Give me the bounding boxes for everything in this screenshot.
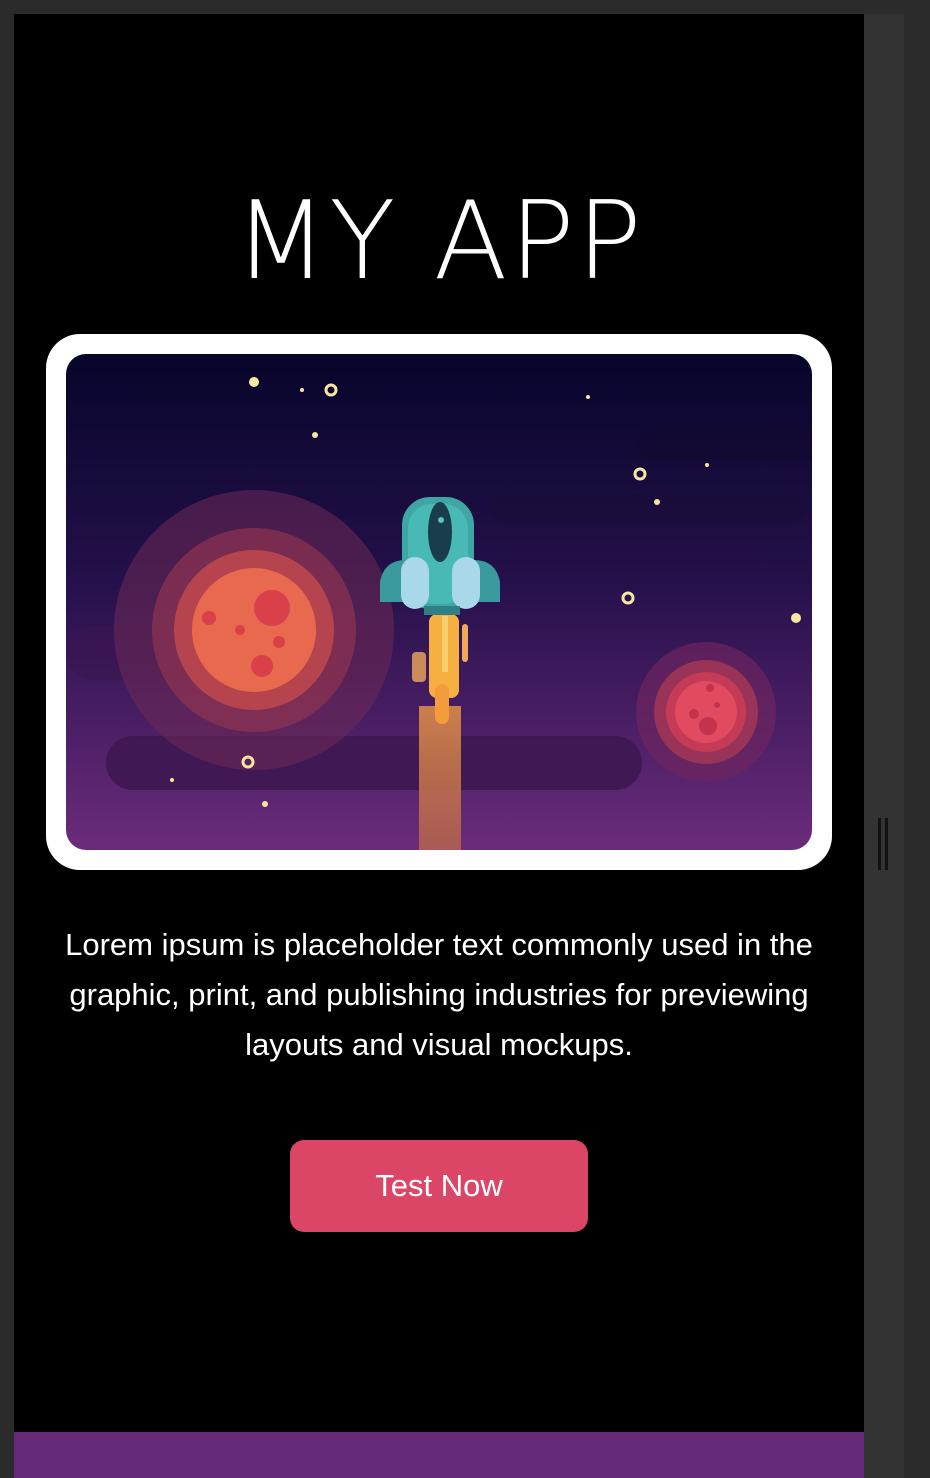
test-now-button[interactable]: Test Now	[290, 1140, 588, 1232]
hero-illustration	[66, 354, 812, 850]
app-screen: MY APP Lorem ipsum is placeholder text c…	[14, 14, 864, 1478]
description-text: Lorem ipsum is placeholder text commonly…	[65, 927, 813, 1062]
resize-handle-icon[interactable]	[878, 818, 890, 870]
bottom-bar	[14, 1432, 864, 1478]
window-edge	[904, 0, 930, 1478]
side-panel	[864, 14, 904, 1478]
app-title: MY APP	[234, 179, 644, 304]
hero-card	[46, 334, 832, 870]
